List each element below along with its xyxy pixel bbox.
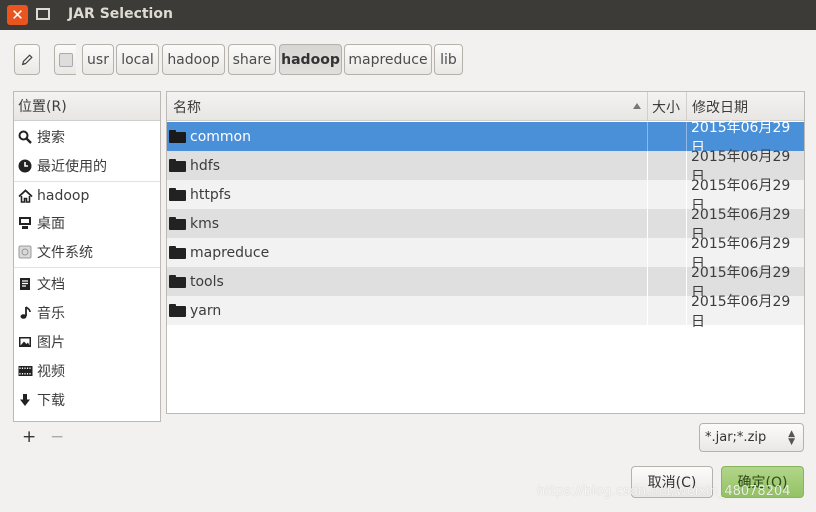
sidebar-item-videos[interactable]: 视频	[14, 356, 160, 385]
sidebar-item-filesystem[interactable]: 文件系统	[14, 237, 160, 266]
folder-icon	[169, 304, 186, 317]
crumb-root-button[interactable]	[54, 44, 76, 75]
search-icon	[17, 129, 33, 145]
crumb-lib[interactable]: lib	[434, 44, 463, 75]
table-row[interactable]: yarn 2015年06月29日	[167, 293, 804, 330]
sidebar-item-home[interactable]: hadoop	[14, 181, 160, 210]
sidebar-item-music[interactable]: 音乐	[14, 298, 160, 327]
drive-icon	[17, 244, 33, 260]
file-name: tools	[190, 273, 224, 290]
column-size-label: 大小	[652, 99, 680, 116]
file-name: httpfs	[190, 186, 231, 203]
sidebar-item-label: 图片	[37, 334, 65, 351]
column-header-name[interactable]: 名称	[167, 92, 648, 121]
file-name: kms	[190, 215, 220, 232]
title-bar: ✕ JAR Selection	[0, 0, 816, 30]
column-name-label: 名称	[173, 99, 201, 116]
sort-ascending-icon	[633, 103, 641, 109]
file-name-cell: hdfs	[169, 151, 645, 180]
column-divider	[647, 151, 648, 180]
sidebar-item-search[interactable]: 搜索	[14, 122, 160, 151]
crumb-usr[interactable]: usr	[82, 44, 114, 75]
drive-icon	[58, 52, 73, 67]
filter-value: *.jar;*.zip	[705, 430, 767, 445]
clock-icon	[17, 158, 33, 174]
pencil-icon	[21, 53, 33, 65]
file-name-cell: httpfs	[169, 180, 645, 209]
folder-icon	[169, 275, 186, 288]
file-name-cell: common	[169, 122, 645, 151]
close-icon[interactable]: ✕	[7, 5, 28, 25]
file-name: common	[190, 128, 251, 145]
sidebar-item-label: 搜索	[37, 129, 65, 146]
folder-icon	[169, 159, 186, 172]
edit-location-button[interactable]	[14, 44, 40, 75]
download-icon	[17, 392, 33, 408]
folder-icon	[169, 130, 186, 143]
sidebar-item-label: 文档	[37, 276, 65, 293]
home-icon	[17, 188, 33, 204]
sidebar-item-desktop[interactable]: 桌面	[14, 208, 160, 237]
watermark: https://blog.csdn.net/weixin_48078204	[537, 484, 791, 499]
sidebar-item-label: 最近使用的	[37, 158, 107, 175]
sidebar-item-label: 音乐	[37, 305, 65, 322]
sidebar-item-downloads[interactable]: 下载	[14, 385, 160, 414]
column-modified-label: 修改日期	[692, 99, 748, 116]
spinner-arrows-icon: ▲ ▼	[788, 429, 795, 447]
crumb-hadoop-active[interactable]: hadoop	[279, 44, 342, 75]
crumb-share[interactable]: share	[228, 44, 276, 75]
places-sidebar: 位置(R) 搜索 最近使用的 hadoop 桌面 文件系统 文档 音乐 图片 视…	[13, 91, 161, 422]
sidebar-item-label: 视频	[37, 363, 65, 380]
file-name-cell: tools	[169, 267, 645, 296]
add-bookmark-button[interactable]: +	[22, 427, 36, 447]
file-name-cell: kms	[169, 209, 645, 238]
file-name: mapreduce	[190, 244, 270, 261]
remove-bookmark-button[interactable]: −	[50, 427, 64, 447]
file-name: yarn	[190, 302, 222, 319]
crumb-local[interactable]: local	[116, 44, 159, 75]
column-divider	[647, 296, 648, 325]
desktop-icon	[17, 215, 33, 231]
file-modified: 2015年06月29日	[691, 293, 791, 330]
sidebar-item-label: 文件系统	[37, 244, 93, 261]
crumb-mapreduce[interactable]: mapreduce	[344, 44, 432, 75]
sidebar-divider	[14, 267, 160, 268]
folder-icon	[169, 188, 186, 201]
window-title: JAR Selection	[68, 6, 173, 22]
sidebar-item-recent[interactable]: 最近使用的	[14, 151, 160, 180]
sidebar-item-documents[interactable]: 文档	[14, 269, 160, 298]
video-icon	[17, 363, 33, 379]
file-type-filter-select[interactable]: *.jar;*.zip ▲ ▼	[699, 423, 804, 452]
file-name-cell: mapreduce	[169, 238, 645, 267]
folder-icon	[169, 246, 186, 259]
places-header: 位置(R)	[14, 92, 160, 121]
column-divider	[647, 238, 648, 267]
crumb-hadoop[interactable]: hadoop	[162, 44, 225, 75]
file-name: hdfs	[190, 157, 220, 174]
column-divider	[647, 267, 648, 296]
music-icon	[17, 305, 33, 321]
sidebar-item-label: hadoop	[37, 187, 90, 204]
column-divider	[647, 180, 648, 209]
sidebar-item-pictures[interactable]: 图片	[14, 327, 160, 356]
document-icon	[17, 276, 33, 292]
sidebar-item-label: 桌面	[37, 215, 65, 232]
picture-icon	[17, 334, 33, 350]
column-divider	[647, 122, 648, 151]
sidebar-item-label: 下载	[37, 392, 65, 409]
file-name-cell: yarn	[169, 296, 645, 325]
maximize-icon[interactable]	[36, 8, 50, 20]
column-divider	[647, 209, 648, 238]
folder-icon	[169, 217, 186, 230]
file-list: 名称 大小 修改日期 common 2015年06月29日 hdfs 2015年…	[166, 91, 805, 414]
column-header-size[interactable]: 大小	[648, 92, 687, 121]
